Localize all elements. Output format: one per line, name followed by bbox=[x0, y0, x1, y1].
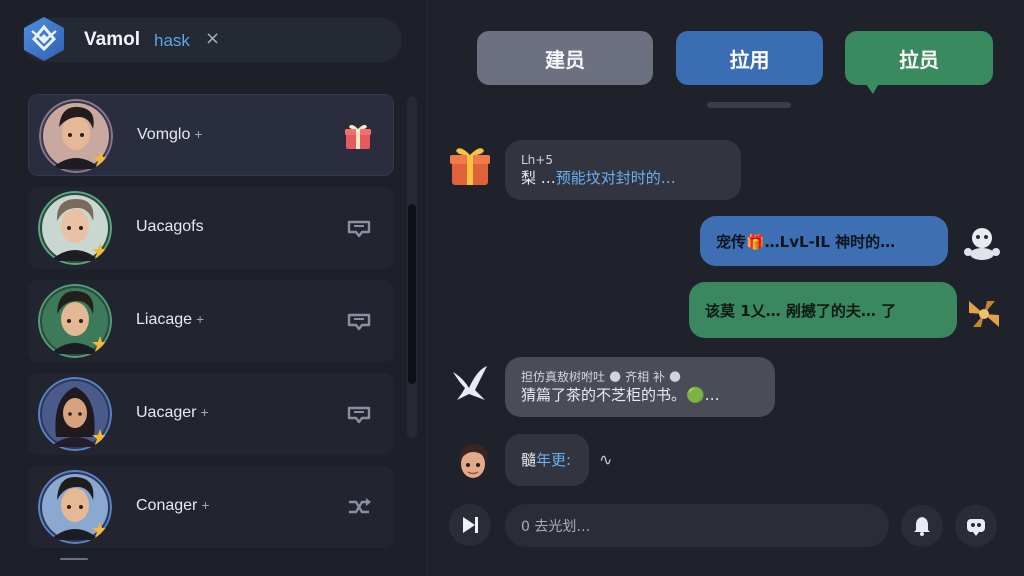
app-header: Vamol hask × bbox=[20, 15, 402, 63]
message-input[interactable]: 0 去光划… bbox=[505, 504, 889, 547]
contact-name: Uacagofs bbox=[136, 218, 204, 235]
sidebar: Vamol hask × Vomglo + Uacagofs Liacage +… bbox=[0, 0, 427, 576]
tab-2[interactable]: 拉用 bbox=[676, 31, 823, 85]
app-title: Vamol bbox=[84, 29, 140, 50]
contact-item[interactable]: Uacager + bbox=[28, 373, 394, 455]
tab-1[interactable]: 建员 bbox=[477, 31, 653, 85]
contact-list: Vomglo + Uacagofs Liacage + Uacager + Co… bbox=[28, 94, 394, 559]
message-bubble: 宠传🎁…LvL-IL 神时的… bbox=[700, 216, 948, 266]
message-bubble: Lh+5 梨 …预能坟对封时的… bbox=[505, 140, 741, 200]
contact-item[interactable]: Liacage + bbox=[28, 280, 394, 362]
message-bubble: 髓年更: bbox=[505, 434, 589, 486]
avatar bbox=[38, 470, 112, 544]
message-bubble: 担仿真敖树咐吐 🌑 齐相 补 🌑 猜篇了茶的不芝柜的书。🟢… bbox=[505, 357, 775, 417]
gift-icon[interactable] bbox=[343, 121, 373, 151]
robot-icon bbox=[964, 228, 1000, 260]
contact-item[interactable]: Conager + bbox=[28, 466, 394, 548]
scrollbar-thumb[interactable] bbox=[408, 204, 416, 384]
tab-3[interactable]: 拉员 bbox=[845, 31, 993, 85]
contact-item[interactable]: Vomglo + bbox=[28, 94, 394, 176]
message-bubble: 该莫 1乂… 剐撼了的夫… 了 bbox=[689, 282, 957, 338]
bell-icon[interactable] bbox=[901, 505, 943, 547]
avatar bbox=[39, 99, 113, 173]
tab-3-pointer bbox=[863, 80, 881, 94]
avatar bbox=[38, 191, 112, 265]
contact-name: Uacager + bbox=[136, 404, 209, 421]
contact-name: Conager + bbox=[136, 497, 210, 514]
diamond-logo-icon[interactable] bbox=[20, 15, 68, 63]
chat-icon[interactable] bbox=[344, 399, 374, 429]
chat-icon[interactable] bbox=[344, 213, 374, 243]
bow-icon bbox=[969, 301, 999, 327]
contact-item[interactable]: Uacagofs bbox=[28, 187, 394, 269]
typing-indicator: ∿ bbox=[599, 450, 613, 469]
list-end-indicator bbox=[60, 558, 88, 560]
shuffle-icon[interactable] bbox=[344, 492, 374, 522]
bot-icon[interactable] bbox=[955, 505, 997, 547]
contact-scrollbar[interactable] bbox=[407, 96, 417, 438]
gift-icon bbox=[450, 148, 490, 185]
chat-app: Vamol hask × Vomglo + Uacagofs Liacage +… bbox=[0, 0, 1024, 576]
chat-panel: 建员 拉用 拉员 Lh+5 梨 …预能坟对封时的… 宠传🎁…LvL-IL 神时的… bbox=[427, 0, 1024, 576]
close-icon[interactable]: × bbox=[205, 28, 220, 49]
avatar bbox=[38, 284, 112, 358]
contact-name: Liacage + bbox=[136, 311, 205, 328]
contact-name: Vomglo + bbox=[137, 126, 203, 143]
skip-forward-icon[interactable] bbox=[449, 504, 491, 546]
bird-icon bbox=[453, 366, 487, 400]
tab-indicator bbox=[707, 102, 791, 108]
avatar-icon bbox=[459, 444, 488, 478]
app-subtitle: hask bbox=[154, 31, 190, 50]
avatar bbox=[38, 377, 112, 451]
chat-icon[interactable] bbox=[344, 306, 374, 336]
